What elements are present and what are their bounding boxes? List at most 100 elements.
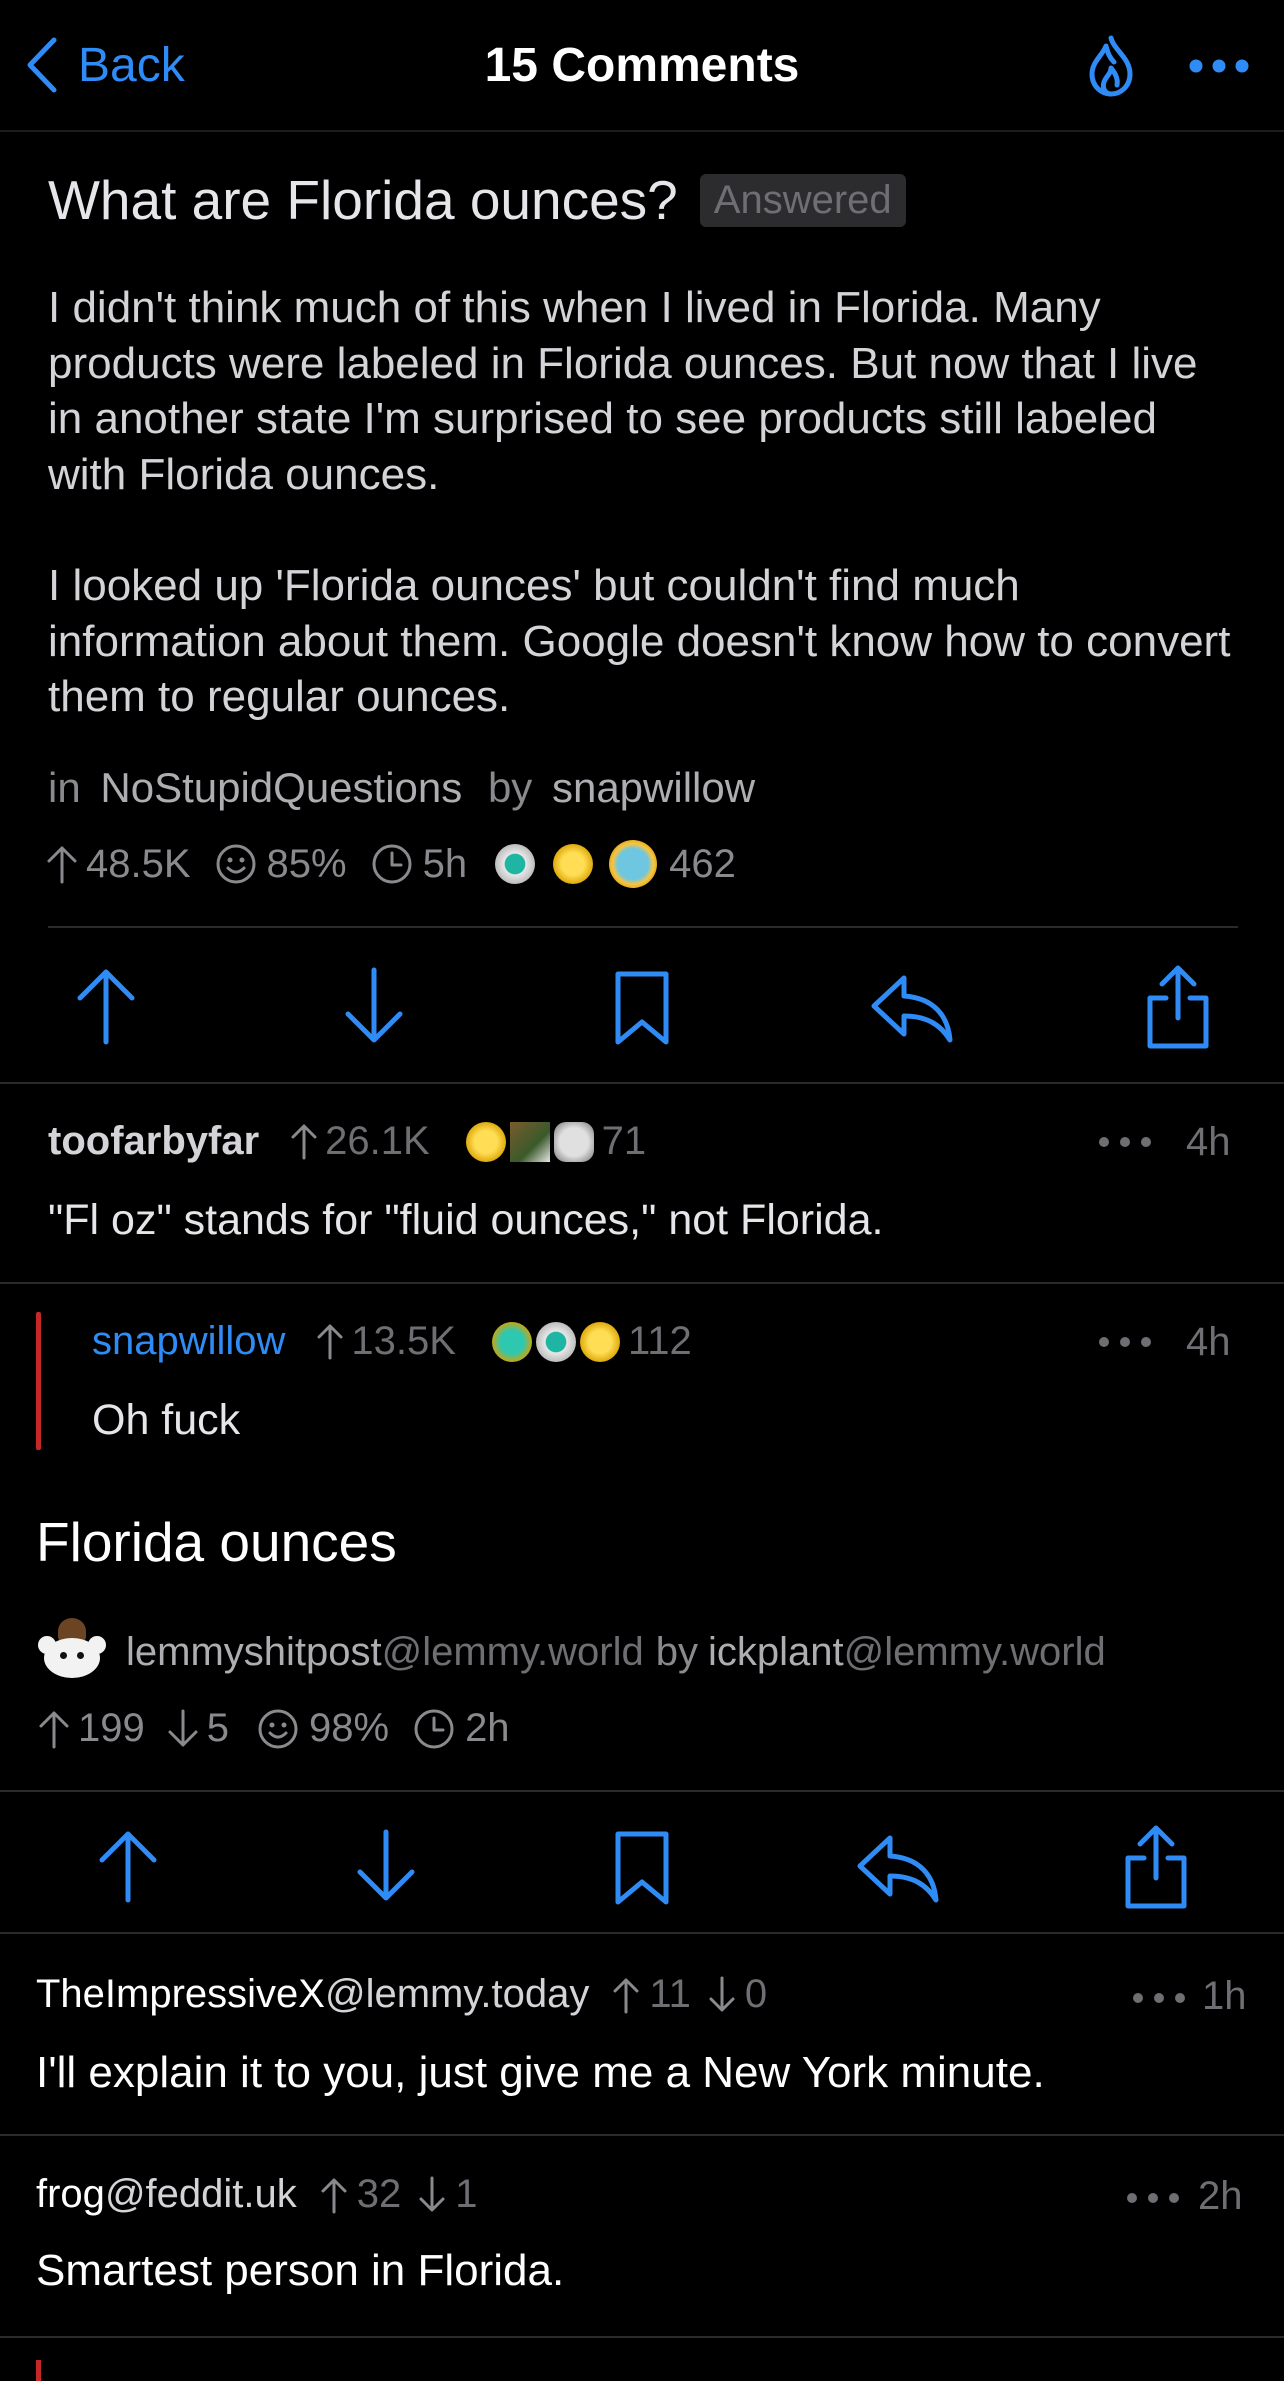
upvote-icon[interactable] xyxy=(74,966,138,1046)
downvote-count: 5 xyxy=(206,1706,229,1750)
award-icons xyxy=(495,840,663,888)
comment-text: Smartest person in Florida. xyxy=(36,2246,565,2295)
comment-more-icon[interactable] xyxy=(1126,2192,1180,2204)
comment-age: 2h xyxy=(1198,2174,1243,2218)
post-title: Florida ounces xyxy=(36,1511,397,1573)
comment-meta: frog @feddit.uk 32 1 xyxy=(36,2172,492,2217)
smiley-icon xyxy=(258,1709,298,1748)
comment-score: 13.5K xyxy=(351,1318,456,1363)
upvote-small-icon xyxy=(291,1124,317,1160)
gold-star-award-icon xyxy=(579,1322,620,1362)
reply-icon[interactable] xyxy=(870,972,954,1044)
comment-meta: toofarbyfar 26.1K 71 xyxy=(48,1118,660,1164)
post-stats: 199 5 98% 2h xyxy=(36,1706,524,1751)
comment-instance[interactable]: @lemmy.today xyxy=(325,1972,589,2017)
author-name[interactable]: ickplant xyxy=(708,1630,844,1675)
comment-author[interactable]: snapwillow xyxy=(92,1319,285,1364)
comment-score: 26.1K xyxy=(325,1118,430,1163)
more-options-icon[interactable] xyxy=(1188,58,1250,74)
community-avatar xyxy=(36,1618,108,1686)
downvote-icon[interactable] xyxy=(342,966,406,1046)
bookmark-icon[interactable] xyxy=(612,1830,672,1906)
downvote-small-icon xyxy=(709,1976,735,2011)
gold-star-award-icon xyxy=(465,1122,506,1162)
community-instance[interactable]: @lemmy.world xyxy=(382,1630,644,1675)
handshake-award-icon xyxy=(553,1122,594,1162)
post-header: What are Florida ounces? Answered xyxy=(48,168,906,232)
comment-author[interactable]: toofarbyfar xyxy=(48,1119,259,1164)
smiley-icon xyxy=(216,844,256,884)
upvote-ratio: 85% xyxy=(266,841,347,886)
comment-text: I'll explain it to you, just give me a N… xyxy=(36,2048,1045,2097)
comment[interactable]: TheImpressiveX @lemmy.today 11 0 1h I'll … xyxy=(0,1934,1284,2134)
clock-icon xyxy=(414,1709,454,1748)
share-icon[interactable] xyxy=(1144,962,1212,1050)
comment[interactable]: toofarbyfar 26.1K 71 4h "Fl oz" stands f… xyxy=(0,1084,1284,1282)
post-title: What are Florida ounces? xyxy=(48,169,678,231)
diamond-award-icon xyxy=(495,844,536,884)
op-indicator-bar xyxy=(36,1312,41,1450)
comment-age: 4h xyxy=(1186,1320,1231,1364)
upvote-count: 32 xyxy=(356,2172,402,2216)
post-source: lemmyshitpost @lemmy.world by ickplant @le… xyxy=(36,1618,1106,1686)
gold-star-award-icon xyxy=(553,844,594,884)
post-age: 2h xyxy=(465,1706,510,1750)
upvote-small-icon xyxy=(47,846,77,884)
post-body: I didn't think much of this when I lived… xyxy=(48,280,1238,725)
upvote-count: 11 xyxy=(649,1972,691,2016)
downvote-count: 0 xyxy=(744,1972,768,2016)
comment[interactable]: frog @feddit.uk 32 1 2h Smartest person i… xyxy=(0,2136,1284,2336)
comment-text: "Fl oz" stands for "fluid ounces," not F… xyxy=(48,1196,884,1244)
by-label: by xyxy=(655,1629,698,1674)
nav-bar: Back 15 Comments xyxy=(0,0,1284,130)
upvote-count: 199 xyxy=(78,1706,145,1750)
post-body-paragraph: I looked up 'Florida ounces' but couldn'… xyxy=(48,561,1231,721)
comment-age: 4h xyxy=(1186,1120,1231,1164)
wholesome-award-icon xyxy=(609,840,658,888)
upvote-small-icon xyxy=(613,1978,639,2013)
upvote-icon[interactable] xyxy=(96,1828,160,1904)
downvote-icon[interactable] xyxy=(354,1828,418,1904)
bookmark-icon[interactable] xyxy=(612,970,672,1046)
community-name[interactable]: lemmyshitpost xyxy=(126,1630,382,1675)
comment-author[interactable]: frog xyxy=(36,2172,105,2217)
comment-more-icon[interactable] xyxy=(1098,1336,1152,1348)
post-stats: 48.5K 85% 5h 462 xyxy=(44,840,750,888)
author-link[interactable]: snapwillow xyxy=(552,764,755,811)
share-icon[interactable] xyxy=(1122,1822,1190,1910)
comment[interactable]: snapwillow 13.5K 112 4h Oh fuck xyxy=(0,1284,1284,1464)
downvote-small-icon xyxy=(419,2176,445,2211)
award-icons xyxy=(491,1318,620,1364)
comment-meta: TheImpressiveX @lemmy.today 11 0 xyxy=(36,1972,781,2017)
upvote-small-icon xyxy=(39,1711,69,1748)
clock-icon xyxy=(372,844,412,884)
diamond-award-icon xyxy=(535,1322,576,1362)
next-comment-op-bar xyxy=(36,2360,41,2381)
post-body-paragraph: I didn't think much of this when I lived… xyxy=(48,283,1198,499)
author-instance[interactable]: @lemmy.world xyxy=(844,1630,1106,1675)
award-count: 112 xyxy=(627,1318,692,1363)
triple-award-icon xyxy=(491,1322,532,1362)
comment-more-icon[interactable] xyxy=(1098,1136,1152,1148)
upvote-ratio: 98% xyxy=(309,1706,390,1750)
post-age: 5h xyxy=(422,841,468,886)
comment-instance[interactable]: @feddit.uk xyxy=(105,2172,297,2217)
upvote-count: 48.5K xyxy=(86,841,191,886)
post-action-bar xyxy=(0,960,1284,1056)
comment-text: Oh fuck xyxy=(92,1396,241,1444)
subreddit-link[interactable]: NoStupidQuestions xyxy=(100,764,462,811)
post-source: in NoStupidQuestions by snapwillow xyxy=(48,764,755,812)
comment-more-icon[interactable] xyxy=(1132,1992,1186,2004)
downvote-small-icon xyxy=(168,1709,198,1746)
reply-icon[interactable] xyxy=(856,1832,940,1904)
comment-author[interactable]: TheImpressiveX xyxy=(36,1972,325,2017)
post-action-bar xyxy=(0,1820,1284,1916)
picture-award-icon xyxy=(509,1122,550,1162)
comment-age: 1h xyxy=(1202,1974,1247,2018)
in-label: in xyxy=(48,764,81,811)
upvote-small-icon xyxy=(317,1324,343,1360)
award-icons xyxy=(465,1118,594,1164)
award-count: 462 xyxy=(669,841,736,886)
by-label: by xyxy=(487,764,533,811)
flame-icon[interactable] xyxy=(1084,34,1138,98)
